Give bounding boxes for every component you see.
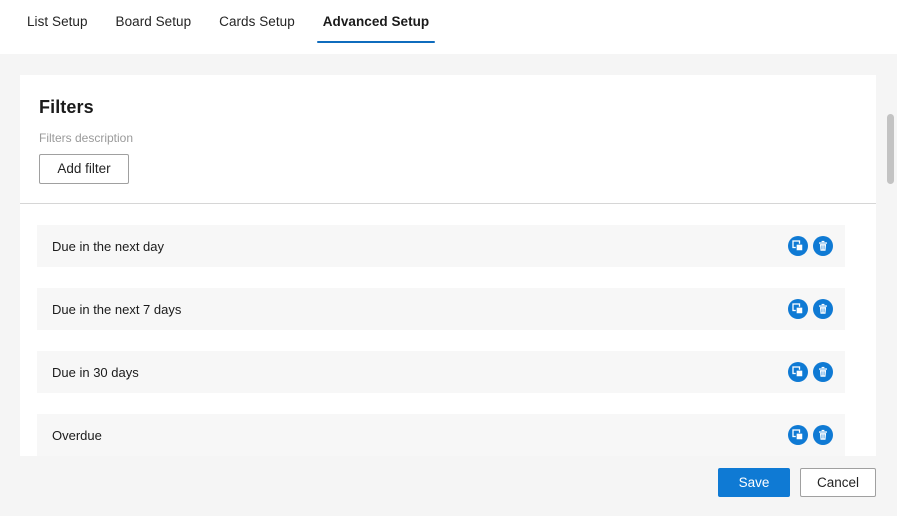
tab-list-setup[interactable]: List Setup xyxy=(13,0,102,40)
row-actions xyxy=(788,236,833,256)
tab-label: Cards Setup xyxy=(219,14,295,29)
tab-label: Advanced Setup xyxy=(322,14,430,29)
table-row[interactable]: Due in the next 7 days xyxy=(37,288,845,330)
tab-bar: List Setup Board Setup Cards Setup Advan… xyxy=(0,0,897,54)
trash-icon xyxy=(817,303,829,315)
delete-filter-button[interactable] xyxy=(813,236,833,256)
delete-filter-button[interactable] xyxy=(813,299,833,319)
tab-label: Board Setup xyxy=(115,14,192,29)
filters-list: Due in the next day Due in the next 7 da… xyxy=(20,204,876,456)
trash-icon xyxy=(817,366,829,378)
table-row[interactable]: Due in 30 days xyxy=(37,351,845,393)
page-title: Filters xyxy=(39,97,94,117)
cancel-button[interactable]: Cancel xyxy=(799,468,876,497)
duplicate-filter-button[interactable] xyxy=(788,299,808,319)
filters-card: Filters Filters description Add filter D… xyxy=(20,75,876,456)
duplicate-filter-button[interactable] xyxy=(788,425,808,445)
filter-label: Due in the next day xyxy=(52,238,165,254)
filters-card-header: Filters Filters description Add filter xyxy=(20,75,876,203)
delete-filter-button[interactable] xyxy=(813,425,833,445)
tab-cards-setup[interactable]: Cards Setup xyxy=(205,0,309,40)
page-body: Filters Filters description Add filter D… xyxy=(0,54,897,516)
filter-label: Due in 30 days xyxy=(52,364,139,380)
copy-icon xyxy=(792,303,804,315)
copy-icon xyxy=(792,240,804,252)
tab-board-setup[interactable]: Board Setup xyxy=(102,0,206,40)
row-actions xyxy=(788,299,833,319)
delete-filter-button[interactable] xyxy=(813,362,833,382)
trash-icon xyxy=(817,429,829,441)
footer-actions: Save Cancel xyxy=(717,468,876,497)
filter-label: Due in the next 7 days xyxy=(52,301,182,317)
tab-label: List Setup xyxy=(27,14,88,29)
filter-label: Overdue xyxy=(52,427,102,443)
save-button[interactable]: Save xyxy=(717,468,790,497)
duplicate-filter-button[interactable] xyxy=(788,236,808,256)
copy-icon xyxy=(792,366,804,378)
trash-icon xyxy=(817,240,829,252)
scrollbar-thumb[interactable] xyxy=(887,114,894,184)
filters-description: Filters description xyxy=(39,131,134,145)
add-filter-button[interactable]: Add filter xyxy=(39,154,129,184)
table-row[interactable]: Due in the next day xyxy=(37,225,845,267)
tab-advanced-setup[interactable]: Advanced Setup xyxy=(309,0,443,43)
row-actions xyxy=(788,425,833,445)
copy-icon xyxy=(792,429,804,441)
row-actions xyxy=(788,362,833,382)
table-row[interactable]: Overdue xyxy=(37,414,845,456)
scrollbar-track[interactable] xyxy=(882,54,897,516)
duplicate-filter-button[interactable] xyxy=(788,362,808,382)
